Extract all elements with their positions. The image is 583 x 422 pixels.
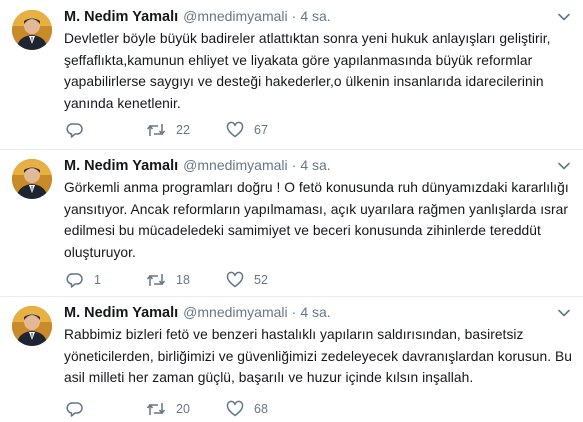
retweet-icon xyxy=(146,124,166,136)
retweet-icon xyxy=(146,274,166,286)
tweet-text-line: yanında kenetlenir. xyxy=(64,95,181,111)
retweet-button[interactable]: 18 xyxy=(146,271,190,289)
tweet-actions: 22 67 xyxy=(64,121,464,139)
reply-button[interactable]: 1 xyxy=(66,271,101,289)
retweet-count: 18 xyxy=(176,273,190,287)
retweet-count: 22 xyxy=(176,123,190,137)
separator-dot: · xyxy=(291,304,297,320)
tweet-text: Rabbimiz bizleri fetö ve benzeri hastalı… xyxy=(64,324,572,389)
avatar-image xyxy=(12,159,52,199)
author-name[interactable]: M. Nedim Yamalı xyxy=(64,9,178,25)
avatar-image xyxy=(12,306,52,346)
tweet-text-line: Devletler böyle büyük badireler atlattık… xyxy=(64,31,551,46)
tweet-text-line: Rabbimiz bizleri fetö ve benzeri hastalı… xyxy=(64,327,524,342)
tweet-timeline: M. Nedim Yamalı @mnedimyamali · 4 sa. Devle… xyxy=(0,0,583,422)
chevron-down-icon[interactable] xyxy=(557,306,571,320)
tweet-text-line: oluşturuyor. xyxy=(64,244,136,260)
tweet-text-line: Görkemli anma programları doğru ! O fetö… xyxy=(64,180,569,195)
retweet-count: 20 xyxy=(176,402,190,416)
tweet-text-line: yansıtıyor. Ancak reformların yapılmamas… xyxy=(64,201,569,217)
tweet-text-line: şeffaflıkta,kamunun ehliyet ve liyakata … xyxy=(64,52,533,68)
like-button[interactable]: 68 xyxy=(226,400,268,418)
tweet-actions: 20 68 xyxy=(64,400,464,418)
reply-count: 1 xyxy=(94,273,101,287)
like-count: 68 xyxy=(254,402,268,416)
chevron-down-icon[interactable] xyxy=(557,10,571,24)
chevron-down-icon[interactable] xyxy=(557,159,571,173)
heart-icon xyxy=(226,271,244,288)
heart-icon xyxy=(226,400,244,417)
tweet[interactable]: M. Nedim Yamalı @mnedimyamali · 4 sa. Görke… xyxy=(0,150,583,297)
author-handle[interactable]: @mnedimyamali xyxy=(183,157,287,173)
author-handle[interactable]: @mnedimyamali xyxy=(183,8,287,24)
avatar[interactable] xyxy=(12,159,52,199)
reply-icon xyxy=(66,273,83,288)
reply-button[interactable] xyxy=(66,121,94,139)
retweet-button[interactable]: 20 xyxy=(146,400,190,418)
author-handle[interactable]: @mnedimyamali xyxy=(183,304,287,320)
retweet-button[interactable]: 22 xyxy=(146,121,190,139)
tweet-actions: 1 18 52 xyxy=(64,271,464,289)
tweet-header: M. Nedim Yamalı @mnedimyamali · 4 sa. xyxy=(64,302,331,322)
reply-button[interactable] xyxy=(66,400,94,418)
tweet-text-line: edilmesi bu mücadeledeki samimiyet ve be… xyxy=(64,223,541,238)
tweet-header: M. Nedim Yamalı @mnedimyamali · 4 sa. xyxy=(64,155,331,175)
tweet[interactable]: M. Nedim Yamalı @mnedimyamali · 4 sa. Rabbi… xyxy=(0,297,583,422)
reply-icon xyxy=(66,123,83,138)
like-button[interactable]: 52 xyxy=(226,271,268,289)
separator-dot: · xyxy=(291,8,297,24)
avatar[interactable] xyxy=(12,306,52,346)
heart-icon xyxy=(226,121,244,138)
tweet-time[interactable]: 4 sa. xyxy=(300,157,330,173)
reply-icon xyxy=(66,402,83,417)
author-name[interactable]: M. Nedim Yamalı xyxy=(64,305,178,321)
tweet[interactable]: M. Nedim Yamalı @mnedimyamali · 4 sa. Devle… xyxy=(0,0,583,150)
author-name[interactable]: M. Nedim Yamalı xyxy=(64,158,178,174)
tweet-text-line: yöneticilerden, birliğimizi ve güvenliği… xyxy=(64,348,572,364)
like-button[interactable]: 67 xyxy=(226,121,268,139)
avatar-image xyxy=(12,10,52,50)
tweet-time[interactable]: 4 sa. xyxy=(300,304,330,320)
separator-dot: · xyxy=(291,157,297,173)
retweet-icon xyxy=(146,403,166,415)
like-count: 67 xyxy=(254,123,268,137)
tweet-text-line: asil milleti her zaman güçlü, başarılı v… xyxy=(64,370,474,385)
tweet-text: Devletler böyle büyük badireler atlattık… xyxy=(64,28,572,114)
tweet-time[interactable]: 4 sa. xyxy=(300,8,330,24)
avatar[interactable] xyxy=(12,10,52,50)
tweet-text: Görkemli anma programları doğru ! O fetö… xyxy=(64,177,572,263)
tweet-header: M. Nedim Yamalı @mnedimyamali · 4 sa. xyxy=(64,6,331,26)
tweet-text-line: yapabilirlerse saygıyı ve desteği hakede… xyxy=(64,74,544,89)
like-count: 52 xyxy=(254,273,268,287)
